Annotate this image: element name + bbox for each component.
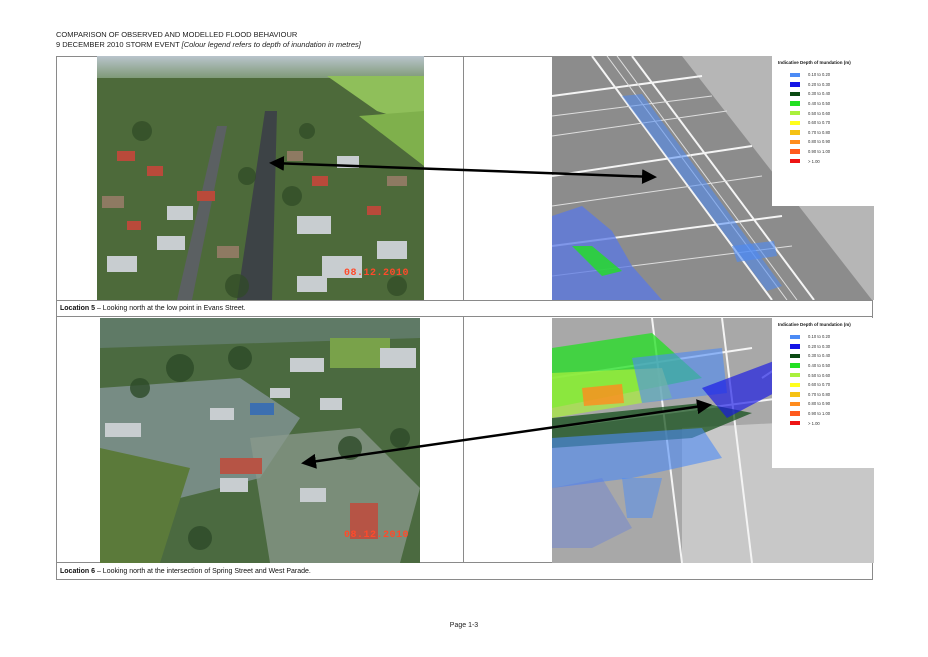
- legend-item: 0.80 to 0.90: [778, 137, 868, 147]
- header-legend-note: [Colour legend refers to depth of inunda…: [181, 40, 361, 49]
- legend-swatch: [790, 82, 800, 87]
- legend-item: 0.30 to 0.40: [778, 89, 868, 99]
- location-5-label: Location 5: [60, 305, 96, 312]
- legend-label: 0.20 to 0.30: [808, 81, 831, 87]
- location-6-description: – Looking north at the intersection of S…: [95, 568, 311, 575]
- legend-item: 0.20 to 0.30: [778, 342, 868, 352]
- table-row-divider-1: [56, 300, 873, 301]
- legend-label: 0.20 to 0.30: [808, 343, 831, 349]
- legend-swatch: [790, 353, 800, 359]
- legend-swatch: [790, 139, 800, 145]
- legend-label: 0.50 to 0.60: [808, 372, 831, 378]
- legend-item: 0.50 to 0.60: [778, 108, 868, 118]
- legend-label: 0.70 to 0.80: [808, 391, 831, 397]
- legend-item: 0.40 to 0.50: [778, 99, 868, 109]
- location-5-flood-model-map: Indicative Depth of Inundation (m) 0.10 …: [552, 56, 874, 300]
- legend-item: 0.70 to 0.80: [778, 128, 868, 138]
- legend-title: Indicative Depth of Inundation (m): [778, 322, 851, 327]
- legend-item: 0.90 to 1.00: [778, 147, 868, 157]
- page-number: Page 1-3: [449, 622, 479, 629]
- legend-swatch: [790, 344, 800, 349]
- legend-item: 0.70 to 0.80: [778, 390, 868, 400]
- legend-label: > 1.00: [808, 158, 820, 164]
- table-column-divider-bottom: [463, 316, 464, 562]
- legend-swatch: [790, 411, 800, 416]
- legend-title: Indicative Depth of Inundation (m): [778, 60, 851, 65]
- legend-label: 0.90 to 1.00: [808, 411, 831, 417]
- legend-swatch: [790, 420, 800, 426]
- legend-item: > 1.00: [778, 418, 868, 428]
- location-5-caption: Location 5 – Looking north at the low po…: [60, 305, 246, 312]
- depth-legend-top: Indicative Depth of Inundation (m) 0.10 …: [772, 56, 874, 206]
- legend-label: 0.90 to 1.00: [808, 149, 831, 155]
- legend-item: 0.90 to 1.00: [778, 409, 868, 419]
- legend-swatch: [790, 149, 800, 154]
- legend-item: 0.50 to 0.60: [778, 370, 868, 380]
- location-6-caption: Location 6 – Looking north at the inters…: [60, 568, 311, 575]
- header-line-2: 9 DECEMBER 2010 STORM EVENT [Colour lege…: [56, 40, 361, 49]
- location-6-label: Location 6: [60, 568, 96, 575]
- legend-swatch: [790, 382, 800, 388]
- legend-item: 0.30 to 0.40: [778, 351, 868, 361]
- location-6-flood-model-map: Indicative Depth of Inundation (m) 0.10 …: [552, 318, 874, 563]
- legend-label: 0.60 to 0.70: [808, 120, 831, 126]
- legend-swatch: [790, 130, 800, 135]
- legend-label: > 1.00: [808, 420, 820, 426]
- legend-label: 0.60 to 0.70: [808, 382, 831, 388]
- legend-item: 0.80 to 0.90: [778, 399, 868, 409]
- legend-swatch: [790, 401, 800, 407]
- table-row-divider-2: [56, 316, 873, 317]
- legend-label: 0.70 to 0.80: [808, 129, 831, 135]
- location-6-aerial-photo: 08.12.2010: [100, 318, 420, 563]
- legend-label: 0.50 to 0.60: [808, 110, 831, 116]
- legend-item: 0.10 to 0.20: [778, 332, 868, 342]
- legend-swatch: [790, 120, 800, 126]
- legend-label: 0.30 to 0.40: [808, 91, 831, 97]
- depth-legend-bottom: Indicative Depth of Inundation (m) 0.10 …: [772, 318, 874, 468]
- legend-label: 0.30 to 0.40: [808, 353, 831, 359]
- legend-swatch: [790, 101, 800, 106]
- location-5-aerial-photo: 08.12.2010: [97, 56, 424, 300]
- legend-label: 0.10 to 0.20: [808, 334, 831, 340]
- legend-swatch: [790, 372, 800, 378]
- document-header: COMPARISON OF OBSERVED AND MODELLED FLOO…: [56, 30, 361, 50]
- legend-items: 0.10 to 0.20 0.20 to 0.30 0.30 to 0.40 0.40…: [778, 70, 868, 166]
- photo-date-stamp: 08.12.2010: [344, 530, 410, 541]
- legend-item: 0.10 to 0.20: [778, 70, 868, 80]
- legend-label: 0.40 to 0.50: [808, 101, 831, 107]
- legend-item: 0.60 to 0.70: [778, 118, 868, 128]
- legend-item: 0.40 to 0.50: [778, 361, 868, 371]
- legend-item: 0.60 to 0.70: [778, 380, 868, 390]
- legend-item: > 1.00: [778, 156, 868, 166]
- legend-label: 0.80 to 0.90: [808, 401, 831, 407]
- legend-label: 0.40 to 0.50: [808, 363, 831, 369]
- legend-swatch: [790, 91, 800, 97]
- legend-items: 0.10 to 0.20 0.20 to 0.30 0.30 to 0.40 0.40…: [778, 332, 868, 428]
- legend-item: 0.20 to 0.30: [778, 80, 868, 90]
- legend-swatch: [790, 334, 800, 340]
- header-line-1: COMPARISON OF OBSERVED AND MODELLED FLOO…: [56, 30, 298, 39]
- legend-swatch: [790, 110, 800, 116]
- legend-swatch: [790, 363, 800, 368]
- legend-swatch: [790, 392, 800, 397]
- legend-swatch: [790, 158, 800, 164]
- legend-label: 0.10 to 0.20: [808, 72, 831, 78]
- location-5-description: – Looking north at the low point in Evan…: [95, 305, 246, 312]
- photo-date-stamp: 08.12.2010: [344, 268, 410, 279]
- legend-swatch: [790, 72, 800, 78]
- legend-label: 0.80 to 0.90: [808, 139, 831, 145]
- table-column-divider-top: [463, 56, 464, 300]
